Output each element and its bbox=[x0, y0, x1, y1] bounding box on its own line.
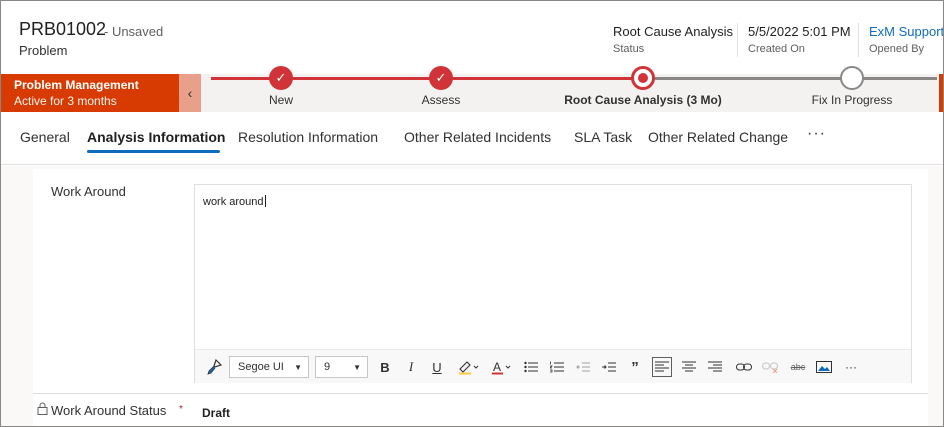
decrease-indent-icon[interactable] bbox=[575, 358, 591, 376]
save-state: - Unsaved bbox=[104, 24, 164, 39]
work-around-label: Work Around bbox=[51, 184, 126, 199]
work-around-status-label: Work Around Status bbox=[51, 403, 167, 418]
header-field-opened-by: ExM Support Opened By bbox=[869, 24, 943, 55]
italic-icon[interactable]: I bbox=[403, 358, 419, 376]
font-family-value: Segoe UI bbox=[238, 361, 284, 373]
created-on-value: 5/5/2022 5:01 PM bbox=[748, 24, 851, 39]
bold-icon[interactable]: B bbox=[377, 358, 393, 376]
more-icon[interactable]: ··· bbox=[843, 358, 859, 376]
stage-label: New bbox=[268, 93, 294, 107]
bullet-list-icon[interactable] bbox=[523, 358, 539, 376]
work-around-text[interactable]: work around bbox=[203, 195, 266, 208]
required-indicator: * bbox=[179, 404, 183, 415]
image-icon[interactable] bbox=[815, 358, 833, 376]
header-field-created-on: 5/5/2022 5:01 PM Created On bbox=[748, 24, 851, 55]
stage-label: Assess bbox=[421, 93, 461, 107]
checkmark-icon: ✓ bbox=[429, 66, 453, 90]
font-color-icon[interactable]: A bbox=[491, 358, 513, 376]
collapse-process-button[interactable]: ‹ bbox=[179, 74, 201, 112]
tab-resolution-information[interactable]: Resolution Information bbox=[238, 129, 378, 145]
entity-name: Problem bbox=[19, 43, 68, 58]
opened-by-link[interactable]: ExM Support bbox=[869, 24, 943, 39]
increase-indent-icon[interactable] bbox=[601, 358, 617, 376]
process-edge-marker bbox=[939, 74, 943, 112]
stage-label: Fix In Progress bbox=[811, 93, 893, 107]
numbered-list-icon[interactable] bbox=[549, 358, 565, 376]
header-separator bbox=[737, 23, 738, 57]
link-icon[interactable] bbox=[735, 358, 753, 376]
field-divider bbox=[33, 393, 928, 394]
chevron-down-icon: ▼ bbox=[294, 363, 302, 372]
pending-stage-icon bbox=[840, 66, 864, 90]
process-duration: Active for 3 months bbox=[14, 94, 117, 108]
more-tabs-icon[interactable]: ··· bbox=[807, 125, 826, 143]
status-label: Status bbox=[613, 43, 645, 55]
opened-by-label: Opened By bbox=[869, 43, 925, 55]
active-stage-icon bbox=[631, 66, 655, 90]
font-size-select[interactable]: 9 ▼ bbox=[315, 356, 368, 378]
underline-icon[interactable]: U bbox=[429, 358, 445, 376]
tab-general[interactable]: General bbox=[20, 129, 70, 145]
record-header: PRB01002 - Unsaved Problem Root Cause An… bbox=[1, 1, 943, 71]
align-center-icon[interactable] bbox=[681, 358, 697, 376]
editor-toolbar: Segoe UI ▼ 9 ▼ B I U A ” abc ··· bbox=[195, 349, 911, 383]
header-field-status: Root Cause Analysis Status bbox=[613, 24, 733, 55]
lock-icon bbox=[37, 402, 48, 415]
record-title: PRB01002 bbox=[19, 19, 107, 39]
stage-label: Root Cause Analysis (3 Mo) bbox=[564, 93, 722, 107]
created-on-label: Created On bbox=[748, 43, 805, 55]
align-left-icon[interactable] bbox=[652, 357, 672, 377]
work-around-status-value: Draft bbox=[202, 406, 231, 420]
tab-analysis-information[interactable]: Analysis Information bbox=[87, 129, 225, 145]
active-tab-indicator bbox=[87, 150, 220, 153]
progress-line-pending bbox=[641, 77, 937, 80]
business-process-flow: Problem Management Active for 3 months ‹… bbox=[1, 66, 943, 112]
quote-icon[interactable]: ” bbox=[627, 358, 643, 376]
work-around-editor[interactable]: work around Segoe UI ▼ 9 ▼ B I U A ” abc… bbox=[194, 184, 912, 383]
header-separator bbox=[858, 23, 859, 57]
chevron-left-icon: ‹ bbox=[187, 85, 193, 101]
checkmark-icon: ✓ bbox=[269, 66, 293, 90]
tab-other-related-incidents[interactable]: Other Related Incidents bbox=[404, 129, 551, 145]
format-painter-icon[interactable] bbox=[205, 358, 223, 376]
app-window: PRB01002 - Unsaved Problem Root Cause An… bbox=[0, 0, 944, 427]
tab-sla-task[interactable]: SLA Task bbox=[574, 129, 632, 145]
tab-other-related-change[interactable]: Other Related Change bbox=[648, 129, 788, 145]
svg-text:A: A bbox=[493, 360, 501, 374]
process-name: Problem Management bbox=[14, 78, 139, 92]
align-right-icon[interactable] bbox=[707, 358, 723, 376]
highlight-icon[interactable] bbox=[456, 358, 480, 376]
font-family-select[interactable]: Segoe UI ▼ bbox=[229, 356, 309, 378]
chevron-down-icon: ▼ bbox=[353, 363, 361, 372]
process-flyout[interactable]: Problem Management Active for 3 months bbox=[1, 74, 179, 112]
form-tabs: General Analysis Information Resolution … bbox=[1, 119, 943, 165]
status-value: Root Cause Analysis bbox=[613, 24, 733, 39]
unlink-icon[interactable] bbox=[761, 358, 779, 376]
strikethrough-icon[interactable]: abc bbox=[788, 358, 808, 376]
font-size-value: 9 bbox=[324, 361, 331, 373]
